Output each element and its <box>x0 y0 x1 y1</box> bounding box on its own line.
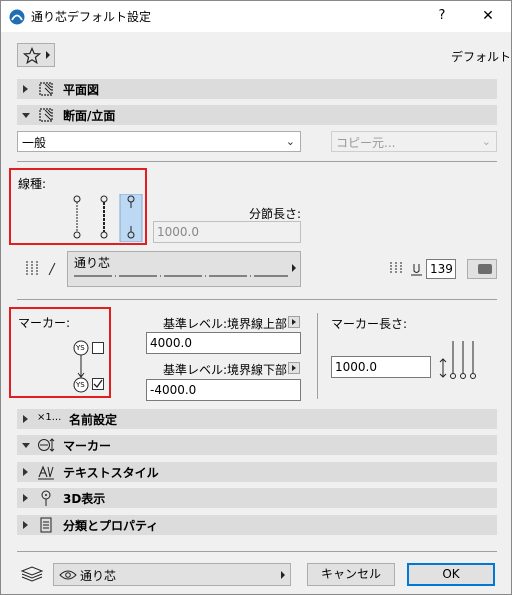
general-select[interactable]: 一般 ⌄ <box>17 131 301 152</box>
linetype-name: 通り芯 <box>74 256 111 270</box>
marker-length-input[interactable]: 1000.0 <box>331 356 431 378</box>
favorites-arrow-icon <box>46 51 50 59</box>
layer-arrow-icon <box>281 571 285 579</box>
panel-label: 3D表示 <box>63 492 106 506</box>
panel-header-text-style[interactable]: テキストスタイル <box>17 462 497 482</box>
layer-name: 通り芯 <box>80 569 117 583</box>
panel-label: 分類とプロパティ <box>63 519 159 533</box>
top-ref-arrow-button[interactable] <box>288 316 300 328</box>
ok-button[interactable]: OK <box>407 563 495 586</box>
segment-length-label: 分節長さ: <box>249 207 302 221</box>
panel-header-floor-plan[interactable]: 平面図 <box>17 79 497 99</box>
general-select-value: 一般 <box>22 136 47 150</box>
pen-color-swatch[interactable] <box>467 259 497 279</box>
bottom-ref-arrow-button[interactable] <box>288 362 300 374</box>
close-button[interactable]: ✕ <box>471 5 505 27</box>
cancel-button[interactable]: キャンセル <box>307 563 395 586</box>
panel-label: テキストスタイル <box>63 466 159 480</box>
pen-number-input[interactable]: 139 <box>426 259 456 279</box>
segment-length-input[interactable]: 1000.0 <box>153 221 301 243</box>
check-icon <box>93 379 103 389</box>
panel-header-section[interactable]: 断面/立面 <box>17 105 497 125</box>
text-style-icon <box>38 465 54 480</box>
chevron-down-icon: ⌄ <box>285 135 295 148</box>
linetype-preview <box>74 275 288 277</box>
panel-header-marker[interactable]: マーカー <box>17 435 497 455</box>
bottom-ref-label: 基準レベル:境界線下部 <box>163 363 288 377</box>
classification-icon <box>40 517 52 533</box>
dialog-window: 通り芯デフォルト設定 ? ✕ デフォルト 平面図 断面/立面 一般 ⌄ コピー元… <box>0 0 512 595</box>
panel-label: 断面/立面 <box>63 109 116 123</box>
marker-icon <box>38 438 55 452</box>
marker-length-icon <box>439 341 476 379</box>
3d-view-icon <box>41 490 51 506</box>
marker-top-text: YS <box>76 344 85 352</box>
favorites-button[interactable] <box>17 43 55 67</box>
expand-arrow-icon <box>23 494 28 502</box>
panel-header-name-settings[interactable]: ×1... 名前設定 <box>17 409 497 429</box>
collapse-arrow-icon <box>22 443 30 448</box>
linetype-select[interactable]: 通り芯 <box>67 251 301 287</box>
default-label: デフォルト <box>451 50 512 64</box>
expand-arrow-icon <box>23 521 28 529</box>
linetype-icon <box>26 261 56 276</box>
line-extent-dashed-icon <box>100 195 108 239</box>
marker-length-label: マーカー長さ: <box>331 317 408 331</box>
pen-icon <box>390 262 422 276</box>
eye-icon <box>59 570 77 580</box>
panel-label: マーカー <box>63 439 112 453</box>
expand-arrow-icon <box>23 85 28 93</box>
top-ref-input[interactable]: 4000.0 <box>146 332 301 354</box>
collapse-arrow-icon <box>22 113 30 118</box>
panel-header-classification[interactable]: 分類とプロパティ <box>17 515 497 535</box>
copy-source-value: コピー元... <box>336 136 396 150</box>
star-icon <box>23 47 41 65</box>
panel-header-3d-view[interactable]: 3D表示 <box>17 488 497 508</box>
marker-bottom-text: YS <box>76 381 85 389</box>
bottom-ref-input[interactable]: -4000.0 <box>146 379 301 401</box>
vertical-divider <box>317 313 318 399</box>
title-bar: 通り芯デフォルト設定 ? ✕ <box>1 1 511 32</box>
line-extent-options <box>73 194 143 242</box>
section-elevation-icon <box>39 108 53 122</box>
bottom-marker-checkbox[interactable] <box>92 378 104 390</box>
help-button[interactable]: ? <box>425 5 459 27</box>
chevron-down-icon: ⌄ <box>481 135 491 148</box>
panel-label: 名前設定 <box>69 413 118 427</box>
line-type-label: 線種: <box>18 177 47 191</box>
expand-arrow-icon <box>23 415 28 423</box>
archicad-logo-icon <box>9 9 25 25</box>
top-marker-checkbox[interactable] <box>92 342 104 354</box>
divider <box>17 299 497 300</box>
panel-label: 平面図 <box>63 83 100 97</box>
linetype-arrow-icon <box>292 264 296 272</box>
copy-source-select[interactable]: コピー元... ⌄ <box>331 131 497 152</box>
top-ref-label: 基準レベル:境界線上部 <box>163 317 288 331</box>
layer-select[interactable]: 通り芯 <box>53 563 291 586</box>
window-title: 通り芯デフォルト設定 <box>31 10 152 24</box>
pen-color-fill <box>478 264 492 274</box>
marker-label: マーカー: <box>18 316 71 330</box>
name-settings-icon: ×1... <box>37 412 62 423</box>
divider <box>17 161 497 162</box>
layer-icon <box>20 566 44 582</box>
floor-plan-icon <box>39 82 53 96</box>
line-extent-full-icon <box>73 195 81 239</box>
divider <box>17 551 497 552</box>
expand-arrow-icon <box>23 468 28 476</box>
